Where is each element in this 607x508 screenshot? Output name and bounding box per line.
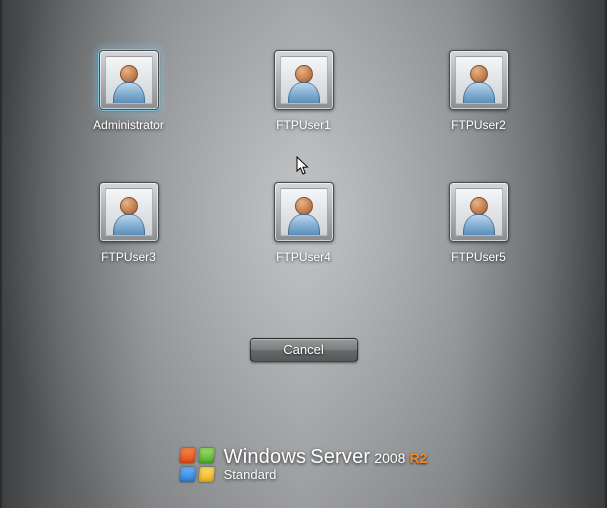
brand-edition: Standard bbox=[224, 468, 428, 482]
user-label: Administrator bbox=[93, 118, 164, 132]
user-label: FTPUser4 bbox=[276, 250, 331, 264]
avatar bbox=[99, 50, 159, 110]
brand-word-windows: Windows bbox=[224, 447, 307, 468]
user-icon bbox=[455, 56, 503, 104]
brand-word-server: Server bbox=[310, 447, 370, 468]
avatar bbox=[99, 182, 159, 242]
windows-flag-icon bbox=[180, 448, 214, 482]
user-tile[interactable]: FTPUser3 bbox=[41, 182, 216, 264]
branding-text: Windows Server 2008 R2 Standard bbox=[224, 447, 428, 482]
avatar bbox=[449, 182, 509, 242]
user-icon bbox=[280, 188, 328, 236]
user-tile[interactable]: Administrator bbox=[41, 50, 216, 132]
user-icon bbox=[105, 56, 153, 104]
avatar bbox=[449, 50, 509, 110]
user-icon bbox=[455, 188, 503, 236]
brand-year: 2008 bbox=[374, 451, 405, 466]
user-tile[interactable]: FTPUser2 bbox=[391, 50, 566, 132]
user-icon bbox=[105, 188, 153, 236]
user-label: FTPUser1 bbox=[276, 118, 331, 132]
user-icon bbox=[280, 56, 328, 104]
user-tile[interactable]: FTPUser1 bbox=[216, 50, 391, 132]
user-tile[interactable]: FTPUser5 bbox=[391, 182, 566, 264]
logon-screen: Administrator FTPUser1 FTPUser2 FTPUser3 FTP… bbox=[0, 0, 607, 508]
cancel-button[interactable]: Cancel bbox=[250, 338, 358, 362]
user-tile[interactable]: FTPUser4 bbox=[216, 182, 391, 264]
user-label: FTPUser2 bbox=[451, 118, 506, 132]
user-label: FTPUser3 bbox=[101, 250, 156, 264]
avatar bbox=[274, 50, 334, 110]
avatar bbox=[274, 182, 334, 242]
os-branding: Windows Server 2008 R2 Standard bbox=[180, 447, 428, 482]
user-label: FTPUser5 bbox=[451, 250, 506, 264]
brand-suffix: R2 bbox=[409, 451, 427, 466]
user-accounts-grid: Administrator FTPUser1 FTPUser2 FTPUser3 FTP… bbox=[0, 50, 607, 264]
